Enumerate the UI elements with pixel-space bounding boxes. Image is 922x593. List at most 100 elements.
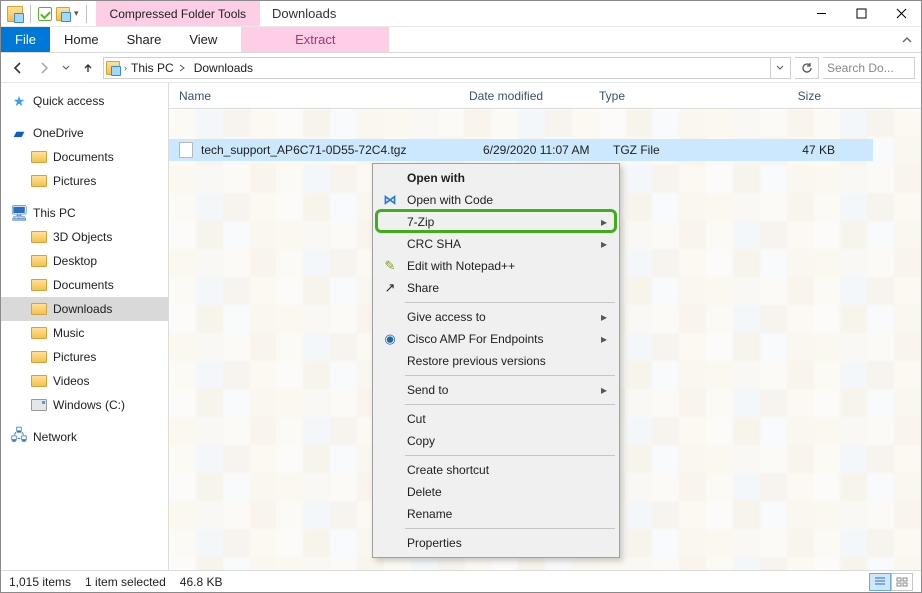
navigation-tree[interactable]: ★Quick access ▰OneDrive Documents Pictures 🖥…: [1, 83, 169, 570]
status-size: 46.8 KB: [180, 575, 223, 589]
column-headers[interactable]: Name Date modified Type Size: [169, 83, 921, 109]
breadcrumb[interactable]: › This PC Downloads: [103, 57, 791, 79]
tree-item-label: Pictures: [53, 174, 96, 188]
tree-item[interactable]: 🖥This PC: [1, 201, 168, 225]
collapse-ribbon-icon[interactable]: [893, 27, 921, 52]
menu-item[interactable]: Give access to▸: [375, 306, 617, 328]
tree-item-label: Videos: [53, 374, 89, 388]
menu-item[interactable]: ⋈Open with Code: [375, 189, 617, 211]
minimize-button[interactable]: [801, 1, 841, 26]
recent-locations-button[interactable]: [59, 57, 73, 79]
file-icon: [179, 142, 193, 158]
menu-item[interactable]: Cut: [375, 408, 617, 430]
menu-item-label: Cisco AMP For Endpoints: [407, 332, 544, 346]
tree-item-label: Music: [53, 326, 84, 340]
menu-item[interactable]: Send to ▸: [375, 379, 617, 401]
tree-item[interactable]: Music: [1, 321, 168, 345]
breadcrumb-dropdown-icon[interactable]: [770, 58, 788, 78]
tree-item[interactable]: Documents: [1, 145, 168, 169]
menu-item-label: Open with Code: [407, 193, 493, 207]
properties-icon[interactable]: [38, 7, 52, 21]
submenu-arrow-icon: ▸: [601, 383, 607, 397]
tree-item[interactable]: 3D Objects: [1, 225, 168, 249]
menu-item-label: Copy: [407, 434, 435, 448]
menu-item[interactable]: CRC SHA▸: [375, 233, 617, 255]
tree-item-label: Network: [33, 430, 77, 444]
tab-extract[interactable]: Extract: [241, 27, 389, 52]
qat-dropdown-icon[interactable]: ▾: [74, 8, 79, 19]
menu-item[interactable]: Create shortcut: [375, 459, 617, 481]
tree-item-label: Desktop: [53, 254, 97, 268]
tree-item-label: This PC: [33, 206, 76, 220]
col-size[interactable]: Size: [729, 89, 839, 103]
menu-item-label: Share: [407, 281, 439, 295]
menu-separator: [405, 302, 615, 303]
title-bar: ▾ Compressed Folder Tools Downloads: [1, 1, 921, 27]
tree-item[interactable]: Windows (C:): [1, 393, 168, 417]
view-details-button[interactable]: [869, 573, 891, 591]
menu-separator: [405, 404, 615, 405]
search-input[interactable]: Search Do...: [823, 57, 915, 79]
tree-item-label: Pictures: [53, 350, 96, 364]
back-button[interactable]: [7, 57, 29, 79]
amp-icon: ◉: [381, 330, 399, 348]
notepadpp-icon: ✎: [381, 257, 399, 275]
tab-home[interactable]: Home: [50, 27, 113, 52]
menu-item[interactable]: Restore previous versions: [375, 350, 617, 372]
tree-item[interactable]: Documents: [1, 273, 168, 297]
tree-item[interactable]: Desktop: [1, 249, 168, 273]
col-type[interactable]: Type: [599, 89, 729, 103]
menu-item[interactable]: Copy: [375, 430, 617, 452]
tree-item[interactable]: Pictures: [1, 345, 168, 369]
tab-share[interactable]: Share: [113, 27, 176, 52]
menu-item[interactable]: ↗ Share: [375, 277, 617, 299]
breadcrumb-item[interactable]: Downloads: [190, 61, 257, 75]
menu-item-label: Restore previous versions: [407, 354, 546, 368]
up-button[interactable]: [77, 57, 99, 79]
close-button[interactable]: [881, 1, 921, 26]
menu-item[interactable]: Properties: [375, 532, 617, 554]
menu-item[interactable]: Open with: [375, 167, 617, 189]
tree-item-label: Quick access: [33, 94, 104, 108]
quick-access-toolbar: ▾: [1, 1, 96, 26]
tree-item[interactable]: Pictures: [1, 169, 168, 193]
forward-button[interactable]: [33, 57, 55, 79]
col-name[interactable]: Name: [179, 89, 469, 103]
tree-item[interactable]: Videos: [1, 369, 168, 393]
menu-item[interactable]: Rename: [375, 503, 617, 525]
menu-item-label: Create shortcut: [407, 463, 489, 477]
tree-item[interactable]: ▰OneDrive: [1, 121, 168, 145]
folder-icon: [31, 325, 47, 341]
tree-item[interactable]: ★Quick access: [1, 89, 168, 113]
menu-item[interactable]: 7-Zip▸: [375, 211, 617, 233]
divider: [86, 5, 87, 23]
cloud-icon: ▰: [11, 125, 27, 141]
folder-icon: [31, 173, 47, 189]
tree-item-label: Documents: [53, 150, 114, 164]
col-date[interactable]: Date modified: [469, 89, 599, 103]
status-bar: 1,015 items 1 item selected 46.8 KB: [1, 570, 921, 592]
status-item-count: 1,015 items: [9, 575, 71, 589]
maximize-button[interactable]: [841, 1, 881, 26]
file-list: Name Date modified Type Size tech_suppor…: [169, 83, 921, 570]
file-type: TGZ File: [613, 143, 743, 157]
tree-item[interactable]: 🖧Network: [1, 425, 168, 449]
breadcrumb-item[interactable]: This PC: [127, 61, 190, 75]
tab-file[interactable]: File: [1, 27, 50, 52]
tree-item[interactable]: Downloads: [1, 297, 168, 321]
menu-item[interactable]: Delete: [375, 481, 617, 503]
tree-item-label: Documents: [53, 278, 114, 292]
file-row[interactable]: tech_support_AP6C71-0D55-72C4.tgz 6/29/2…: [169, 139, 873, 161]
new-folder-icon[interactable]: [56, 7, 70, 21]
folder-icon: [31, 277, 47, 293]
refresh-button[interactable]: [795, 57, 819, 79]
menu-item-label: Send to: [407, 383, 448, 397]
menu-item-label: Delete: [407, 485, 442, 499]
window-title: Downloads: [260, 1, 336, 26]
tab-view[interactable]: View: [175, 27, 231, 52]
view-thumbnails-button[interactable]: [891, 573, 913, 591]
menu-item[interactable]: ◉Cisco AMP For Endpoints▸: [375, 328, 617, 350]
share-icon: ↗: [381, 279, 399, 297]
contextual-tools-label: Compressed Folder Tools: [96, 1, 261, 26]
menu-item[interactable]: ✎Edit with Notepad++: [375, 255, 617, 277]
